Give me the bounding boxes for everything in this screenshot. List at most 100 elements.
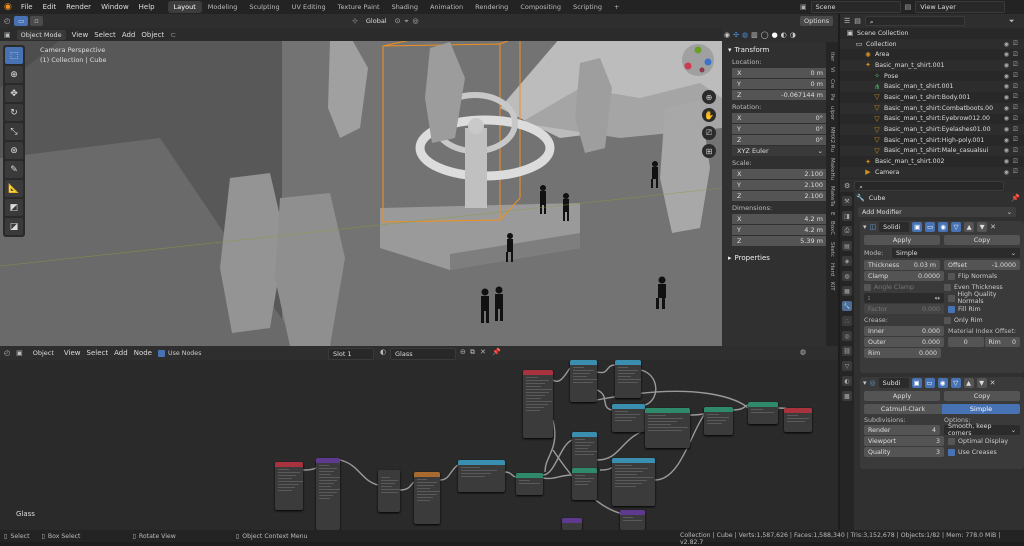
scale-x-field[interactable]: X 2.100 — [732, 169, 828, 179]
outliner-row[interactable]: ✦ Basic_man_t_shirt.001 ◉ ⎚ — [840, 60, 1024, 71]
rotate-tool-icon[interactable]: ↻ — [5, 104, 23, 121]
viewport-menu-add[interactable]: Add — [122, 31, 136, 39]
sidebar-tab-3[interactable]: Pa — [829, 94, 835, 100]
sidebar-tab-0[interactable]: Iter — [829, 52, 835, 61]
render-camera-icon[interactable]: ⎚ — [1013, 40, 1018, 48]
outliner-row[interactable]: ✺ Area ◉ ⎚ — [840, 49, 1024, 60]
transform-orientation-dropdown[interactable]: Global — [361, 16, 391, 26]
shader-node[interactable] — [572, 432, 597, 470]
crease-outer-field[interactable]: Outer 0.000 — [864, 337, 944, 347]
select-mode-icon[interactable]: ▫ — [30, 16, 43, 26]
sidebar-tab-4[interactable]: ulpor — [829, 106, 835, 120]
node-editor-type-icon[interactable]: ◴ — [4, 349, 10, 357]
physics-tab-icon[interactable]: ◎ — [842, 331, 852, 341]
constraints-tab-icon[interactable]: ⛓ — [842, 346, 852, 356]
annotate-tool-icon[interactable]: ✎ — [5, 161, 23, 178]
rotation-z-field[interactable]: Z 0° — [732, 135, 828, 145]
factor-field[interactable]: Factor 0.000 — [864, 304, 944, 314]
vertex-group-field[interactable]: ⁝ ↔ — [864, 293, 944, 303]
thickness-field[interactable]: Thickness 0.03 m — [864, 260, 940, 270]
shader-node[interactable] — [615, 360, 641, 398]
node-header[interactable] — [784, 408, 812, 413]
menu-window[interactable]: Window — [96, 3, 134, 11]
sidebar-tab-9[interactable]: BoxC — [829, 221, 835, 235]
scene-selector[interactable]: Scene — [810, 1, 901, 13]
render-camera-icon[interactable]: ⎚ — [1013, 147, 1018, 155]
tab-texture-paint[interactable]: Texture Paint — [332, 1, 386, 13]
modifier-tab-icon[interactable]: 🔧 — [842, 301, 852, 311]
render-camera-icon[interactable]: ⎚ — [1013, 136, 1018, 144]
dimensions-x-field[interactable]: X 4.2 m — [732, 214, 828, 224]
particles-tab-icon[interactable]: ∴ — [842, 316, 852, 326]
3d-viewport[interactable]: Camera Perspective (1) Collection | Cube… — [0, 28, 722, 346]
outliner-row[interactable]: ▣ Scene Collection — [840, 28, 1024, 39]
outliner-editor-icon[interactable]: ☰ — [844, 17, 850, 25]
remove-modifier-icon[interactable]: ✕ — [990, 223, 996, 231]
slot-dropdown[interactable]: Slot 1 — [328, 348, 374, 360]
viewport-toggle-icon[interactable]: ▭ — [924, 378, 935, 388]
select-tool-icon[interactable]: ▭ — [14, 16, 29, 26]
zoom-icon[interactable]: ⊕ — [702, 90, 716, 104]
solidify-apply-button[interactable]: Apply — [864, 235, 940, 245]
view-layer-tab-icon[interactable]: ▤ — [842, 241, 852, 251]
node-header[interactable] — [620, 510, 645, 515]
transform-tool-icon[interactable]: ⊛ — [5, 142, 23, 159]
offset-field[interactable]: Offset -1.0000 — [944, 260, 1020, 270]
subsurf-name-field[interactable]: Subdi — [878, 378, 909, 388]
shader-node[interactable] — [612, 404, 645, 432]
viewport-menu-object[interactable]: Object — [141, 31, 164, 39]
outliner-row[interactable]: ⋔ Basic_man_t_shirt.001 ◉ ⎚ — [840, 81, 1024, 93]
shader-node[interactable] — [570, 360, 597, 402]
fake-user-icon[interactable]: ⊖ — [460, 348, 466, 356]
tab-rendering[interactable]: Rendering — [469, 1, 514, 13]
camera-view-icon[interactable]: ⎚ — [702, 126, 716, 140]
node-header[interactable] — [414, 472, 440, 477]
viewport-levels-field[interactable]: Viewport 3 — [864, 436, 944, 446]
outliner-search-input[interactable]: ⌕ — [864, 16, 965, 26]
shader-node[interactable] — [620, 510, 645, 530]
tab-shading[interactable]: Shading — [386, 1, 424, 13]
shader-node[interactable] — [612, 458, 655, 506]
move-down-icon[interactable]: ▼ — [977, 222, 988, 232]
cursor-tool-icon[interactable]: ⊕ — [5, 66, 23, 83]
flip-normals-checkbox[interactable]: Flip Normals — [948, 271, 1020, 281]
sidebar-tab-10[interactable]: Sketc — [829, 242, 835, 257]
shader-node[interactable] — [748, 402, 778, 424]
shader-node[interactable] — [516, 473, 543, 495]
location-y-field[interactable]: Y 0 m — [732, 79, 828, 89]
high-quality-normals-checkbox[interactable]: High Quality Normals — [948, 291, 1020, 305]
mode-dropdown[interactable]: Object Mode — [16, 29, 66, 40]
render-camera-icon[interactable]: ⎚ — [1013, 72, 1018, 80]
render-camera-icon[interactable]: ⎚ — [1013, 83, 1018, 91]
node-header[interactable] — [612, 458, 655, 463]
visibility-eye-icon[interactable]: ◉ — [1004, 105, 1009, 112]
use-nodes-checkbox[interactable]: Use Nodes — [157, 348, 201, 358]
shader-type-dropdown[interactable]: Object — [28, 348, 58, 358]
location-z-field[interactable]: Z -0.067144 m — [732, 90, 828, 100]
add-cube-tool-icon[interactable]: ◩ — [5, 199, 23, 216]
rendered-shading-icon[interactable]: ◑ — [790, 31, 796, 39]
node-menu-node[interactable]: Node — [134, 349, 152, 357]
properties-section-header[interactable]: ▸ Properties — [726, 252, 834, 264]
outliner-row[interactable]: ✧ Pose ◉ ⎚ — [840, 71, 1024, 82]
shader-node[interactable] — [645, 408, 690, 448]
edit-mode-toggle-icon[interactable]: ▣ — [911, 378, 922, 388]
shader-node[interactable] — [414, 472, 440, 524]
shader-node[interactable] — [458, 460, 505, 492]
view-layer-icon[interactable]: ▤ — [905, 3, 912, 11]
render-tab-icon[interactable]: ◨ — [842, 211, 852, 221]
perspective-toggle-icon[interactable]: ⊞ — [702, 144, 716, 158]
render-camera-icon[interactable]: ⎚ — [1013, 93, 1018, 101]
node-header[interactable] — [748, 402, 778, 407]
options-button[interactable]: Options — [800, 16, 834, 26]
visibility-eye-icon[interactable]: ◉ — [1004, 115, 1009, 122]
collapse-arrow-icon[interactable]: ▾ — [863, 223, 867, 231]
outliner-row[interactable]: ▭ Collection ◉ ⎚ — [840, 38, 1024, 50]
optimal-display-checkbox[interactable]: Optimal Display — [948, 436, 1020, 446]
scene-tab-icon[interactable]: ◈ — [842, 256, 852, 266]
only-rim-checkbox[interactable]: Only Rim — [944, 315, 1020, 325]
tab-modeling[interactable]: Modeling — [202, 1, 244, 13]
visibility-eye-icon[interactable]: ◉ — [1004, 83, 1009, 90]
data-tab-icon[interactable]: ▽ — [842, 361, 852, 371]
pin-icon[interactable]: 📌 — [492, 348, 501, 356]
